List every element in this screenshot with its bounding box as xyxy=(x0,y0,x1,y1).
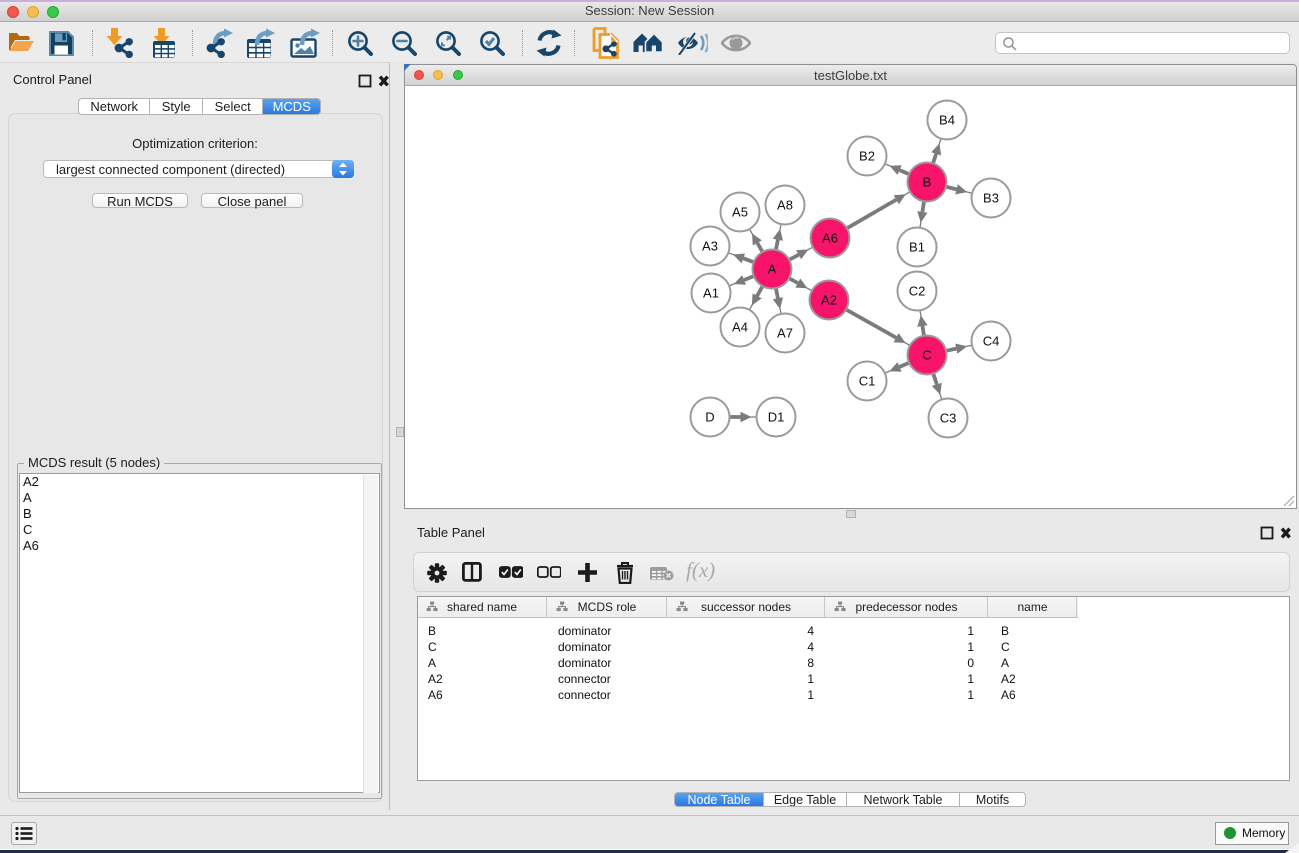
svg-text:C: C xyxy=(922,348,931,363)
svg-text:B3: B3 xyxy=(983,191,999,206)
svg-text:B2: B2 xyxy=(859,149,875,164)
svg-text:A1: A1 xyxy=(703,286,719,301)
svg-text:C1: C1 xyxy=(859,374,876,389)
svg-text:A4: A4 xyxy=(732,320,748,335)
svg-text:C3: C3 xyxy=(940,411,957,426)
svg-text:C4: C4 xyxy=(983,334,1000,349)
svg-text:D1: D1 xyxy=(768,410,785,425)
svg-text:A5: A5 xyxy=(732,205,748,220)
svg-text:B4: B4 xyxy=(939,113,955,128)
svg-text:D: D xyxy=(705,410,714,425)
svg-text:A: A xyxy=(768,262,777,277)
svg-text:A6: A6 xyxy=(822,231,838,246)
svg-text:B: B xyxy=(923,175,932,190)
svg-text:A8: A8 xyxy=(777,198,793,213)
svg-text:A2: A2 xyxy=(821,293,837,308)
svg-text:B1: B1 xyxy=(909,240,925,255)
svg-text:C2: C2 xyxy=(909,284,926,299)
svg-text:A7: A7 xyxy=(777,326,793,341)
svg-text:A3: A3 xyxy=(702,239,718,254)
